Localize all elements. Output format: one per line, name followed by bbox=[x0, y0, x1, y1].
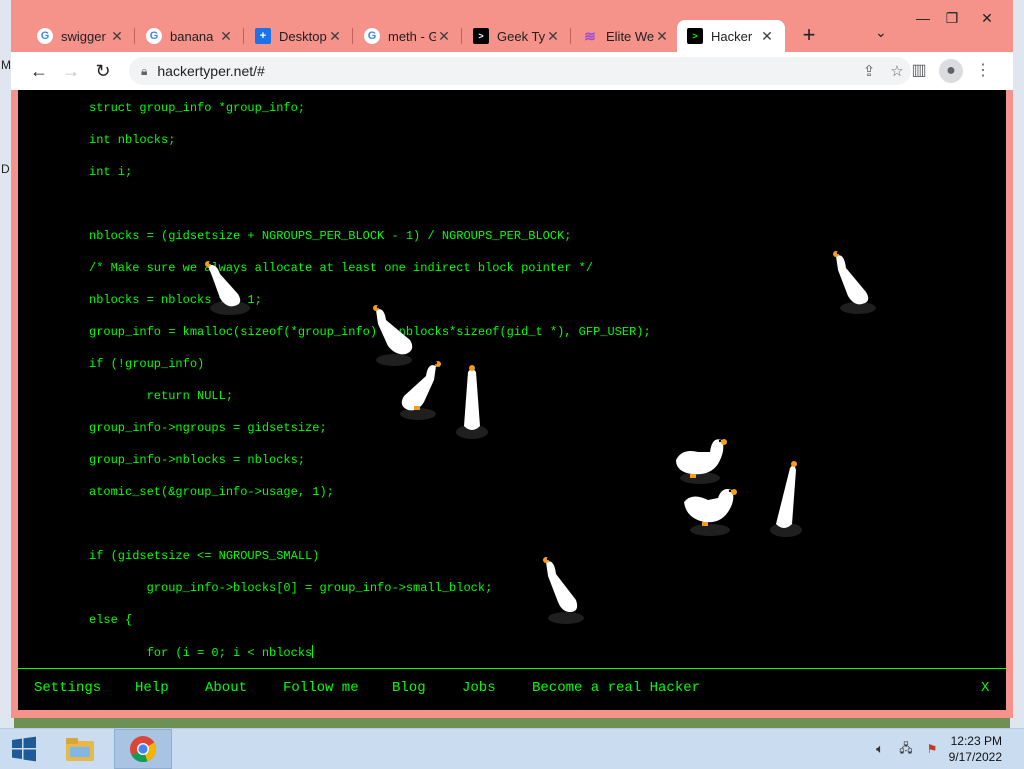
code-line: if (!group_info) bbox=[89, 357, 205, 371]
goose-sprite bbox=[400, 361, 441, 420]
code-line: else { bbox=[89, 613, 133, 627]
desktop-app-icon: + bbox=[255, 28, 271, 44]
tab-hacker[interactable]: > Hacker ✕ bbox=[677, 20, 785, 52]
code-line: int nblocks; bbox=[89, 133, 176, 147]
goose-sprite bbox=[543, 557, 584, 624]
hackertyper-page[interactable]: struct group_info *group_info; int nbloc… bbox=[18, 90, 1006, 710]
code-line: group_info->blocks[0] = group_info->smal… bbox=[89, 581, 493, 595]
terminal-icon: > bbox=[473, 28, 489, 44]
jobs-link[interactable]: Jobs bbox=[462, 680, 496, 696]
about-link[interactable]: About bbox=[205, 680, 247, 696]
code-line: atomic_set(&group_info->usage, 1); bbox=[89, 485, 334, 499]
become-real-hacker-link[interactable]: Become a real Hacker bbox=[532, 680, 700, 696]
maximize-button[interactable]: ❐ bbox=[937, 10, 967, 27]
chrome-icon bbox=[130, 736, 157, 763]
code-line: group_info->ngroups = gidsetsize; bbox=[89, 421, 327, 435]
close-icon[interactable]: ✕ bbox=[327, 28, 343, 45]
goose-sprite bbox=[205, 261, 250, 315]
close-icon[interactable]: ✕ bbox=[218, 28, 234, 45]
tab-meth[interactable]: G meth - G ✕ bbox=[354, 20, 462, 52]
tray-clock[interactable]: 12:23 PM 9/17/2022 bbox=[949, 733, 1002, 765]
terminal-icon: > bbox=[687, 28, 703, 44]
google-icon: G bbox=[364, 28, 380, 44]
address-bar[interactable]: 🔒︎ hackertyper.net/# ⇪ ☆ bbox=[129, 57, 911, 85]
code-line-last: for (i = 0; i < nblocks bbox=[89, 645, 314, 660]
chrome-taskbar-icon[interactable] bbox=[114, 729, 172, 769]
blog-link[interactable]: Blog bbox=[392, 680, 426, 696]
close-icon[interactable]: ✕ bbox=[759, 28, 775, 45]
network-icon[interactable]: 🖧︎ bbox=[896, 729, 916, 769]
close-icon[interactable]: ✕ bbox=[109, 28, 125, 45]
close-icon[interactable]: ✕ bbox=[436, 28, 452, 45]
code-line: int i; bbox=[89, 165, 133, 179]
start-button[interactable] bbox=[0, 729, 48, 769]
browser-window: G swigger ✕ G banana ✕ + Desktop ✕ G met… bbox=[11, 0, 1013, 718]
windows-logo-icon bbox=[12, 736, 36, 762]
menu-kebab-icon[interactable]: ⋮ bbox=[971, 59, 995, 83]
tab-strip: G swigger ✕ G banana ✕ + Desktop ✕ G met… bbox=[11, 0, 1013, 52]
code-line: struct group_info *group_info; bbox=[89, 101, 306, 115]
minimize-button[interactable]: — bbox=[908, 10, 938, 26]
volume-muted-icon[interactable]: 🔈︎ bbox=[870, 729, 890, 769]
tab-desktop[interactable]: + Desktop ✕ bbox=[245, 20, 353, 52]
code-line: /* Make sure we always allocate at least… bbox=[89, 261, 594, 275]
tab-geek-typer[interactable]: > Geek Ty ✕ bbox=[463, 20, 571, 52]
tab-swigger[interactable]: G swigger ✕ bbox=[27, 20, 135, 52]
tab-banana[interactable]: G banana ✕ bbox=[136, 20, 244, 52]
code-line: nblocks = (gidsetsize + NGROUPS_PER_BLOC… bbox=[89, 229, 572, 243]
goose-sprite bbox=[770, 461, 802, 537]
help-link[interactable]: Help bbox=[135, 680, 169, 696]
browser-toolbar: ← → ↻ 🔒︎ hackertyper.net/# ⇪ ☆ ▥ ● ⋮ bbox=[11, 52, 1013, 90]
clock-time: 12:23 PM bbox=[950, 734, 1002, 748]
goose-sprite bbox=[676, 439, 727, 484]
file-explorer-taskbar-icon[interactable] bbox=[56, 729, 104, 769]
code-line: return NULL; bbox=[89, 389, 234, 403]
code-line: if (gidsetsize <= NGROUPS_SMALL) bbox=[89, 549, 320, 563]
goose-sprite bbox=[456, 365, 488, 439]
new-tab-button[interactable]: + bbox=[797, 24, 821, 48]
side-panel-icon[interactable]: ▥ bbox=[907, 59, 931, 83]
clock-date: 9/17/2022 bbox=[948, 750, 1002, 764]
close-icon[interactable]: ✕ bbox=[545, 28, 561, 45]
tab-elite[interactable]: ≋ Elite We ✕ bbox=[572, 20, 680, 52]
hackertyper-menu-bar: Settings Help About Follow me Blog Jobs … bbox=[18, 668, 1006, 710]
tab-search-chevron-icon[interactable]: ⌄ bbox=[875, 24, 887, 41]
code-output: struct group_info *group_info; int nbloc… bbox=[18, 90, 1006, 668]
profile-avatar-icon[interactable]: ● bbox=[939, 59, 963, 83]
goose-sprite bbox=[833, 251, 876, 314]
code-line: group_info->nblocks = nblocks; bbox=[89, 453, 306, 467]
folder-icon bbox=[66, 738, 94, 761]
forward-arrow-icon[interactable]: → bbox=[59, 59, 83, 83]
reload-icon[interactable]: ↻ bbox=[91, 59, 115, 83]
google-icon: G bbox=[37, 28, 53, 44]
google-icon: G bbox=[146, 28, 162, 44]
back-arrow-icon[interactable]: ← bbox=[27, 59, 51, 83]
share-icon[interactable]: ⇪ bbox=[855, 62, 883, 80]
close-icon[interactable]: ✕ bbox=[654, 28, 670, 45]
lock-icon: 🔒︎ bbox=[141, 63, 148, 78]
settings-link[interactable]: Settings bbox=[34, 680, 101, 696]
follow-me-link[interactable]: Follow me bbox=[283, 680, 359, 696]
text-cursor bbox=[312, 645, 314, 658]
windows-taskbar: 🔈︎ 🖧︎ ⚑ 12:23 PM 9/17/2022 bbox=[0, 728, 1024, 769]
url-text: hackertyper.net/# bbox=[157, 63, 265, 79]
close-menu-button[interactable]: X bbox=[981, 680, 989, 696]
action-center-flag-icon[interactable]: ⚑ bbox=[922, 729, 942, 769]
close-window-button[interactable]: ✕ bbox=[972, 10, 1002, 27]
goose-sprite bbox=[684, 489, 737, 536]
elite-icon: ≋ bbox=[584, 27, 596, 44]
